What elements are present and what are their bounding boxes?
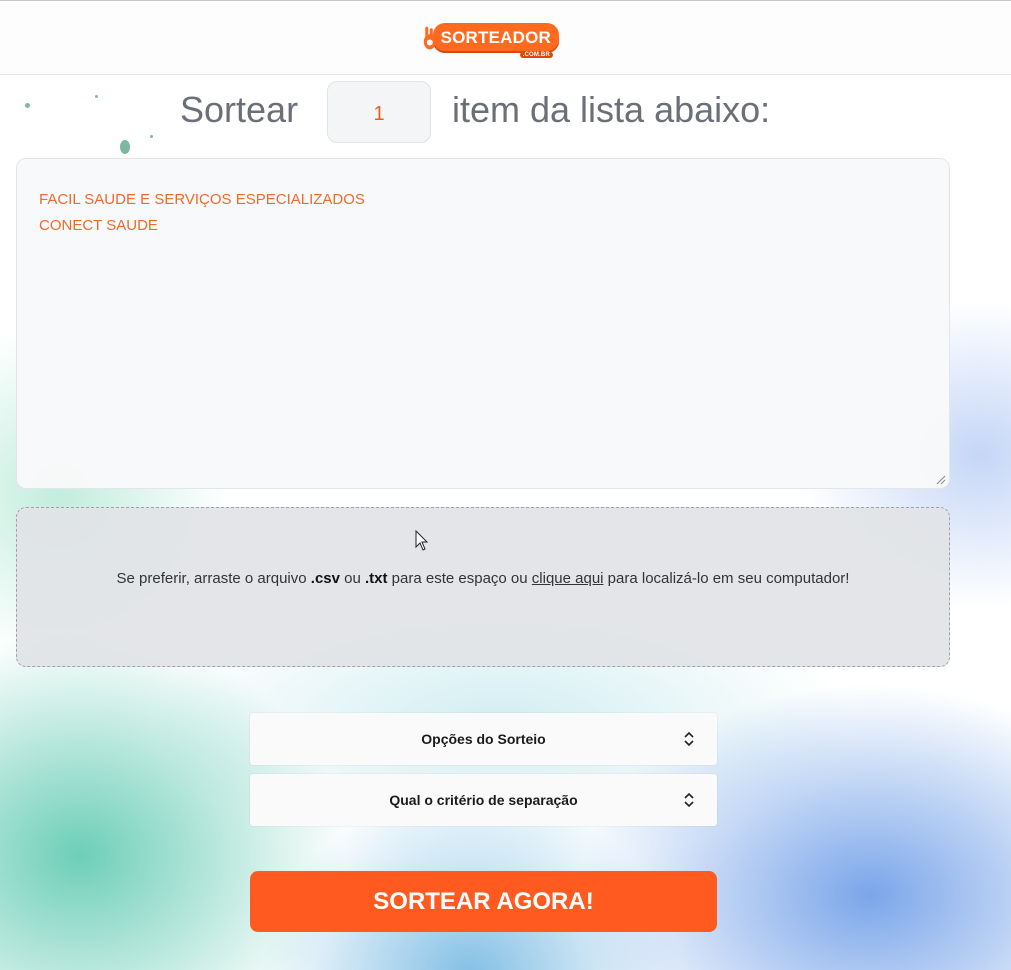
drop-text-part: para este espaço ou xyxy=(387,570,532,587)
draw-options-select[interactable]: Opções do Sorteio xyxy=(250,713,717,765)
sorteador-logo[interactable]: SORTEADOR .COM.BR xyxy=(423,18,559,58)
drop-text-part: ou xyxy=(339,570,366,587)
separation-criteria-label: Qual o critério de separação xyxy=(389,792,578,808)
items-textarea[interactable]: FACIL SAUDE E SERVIÇOS ESPECIALIZADOS CO… xyxy=(16,158,950,489)
chevron-up-down-icon xyxy=(684,731,694,747)
txt-extension: .txt xyxy=(365,570,388,587)
list-item: FACIL SAUDE E SERVIÇOS ESPECIALIZADOS xyxy=(39,191,365,208)
draw-now-button[interactable]: SORTEAR AGORA! xyxy=(250,871,717,932)
drop-zone-instructions: Se preferir, arraste o arquivo .csv ou .… xyxy=(77,566,889,592)
logo-wordmark: SORTEADOR .COM.BR xyxy=(432,23,559,58)
quantity-input[interactable]: 1 xyxy=(327,81,431,143)
logo-domain: .COM.BR xyxy=(519,52,553,58)
list-item: CONECT SAUDE xyxy=(39,217,158,234)
separation-criteria-select[interactable]: Qual o critério de separação xyxy=(250,774,717,826)
resize-handle-icon[interactable] xyxy=(936,475,946,485)
drop-text-part: Se preferir, arraste o arquivo xyxy=(116,570,311,587)
title-suffix: item da lista abaixo: xyxy=(452,89,771,130)
title-prefix: Sortear xyxy=(180,89,299,130)
site-header: SORTEADOR .COM.BR xyxy=(0,0,1011,75)
file-drop-zone[interactable]: Se preferir, arraste o arquivo .csv ou .… xyxy=(16,507,950,667)
draw-options-label: Opções do Sorteio xyxy=(421,731,546,747)
draw-title: Sortear 1 item da lista abaixo: xyxy=(0,77,1011,143)
hand-fingers-icon xyxy=(423,26,436,50)
logo-text: SORTEADOR xyxy=(440,28,551,47)
drop-text-part: para localizá-lo em seu computador! xyxy=(603,570,850,587)
browse-file-link[interactable]: clique aqui xyxy=(532,570,604,587)
chevron-up-down-icon xyxy=(684,792,694,808)
mouse-cursor-icon xyxy=(415,530,429,551)
csv-extension: .csv xyxy=(310,570,340,587)
